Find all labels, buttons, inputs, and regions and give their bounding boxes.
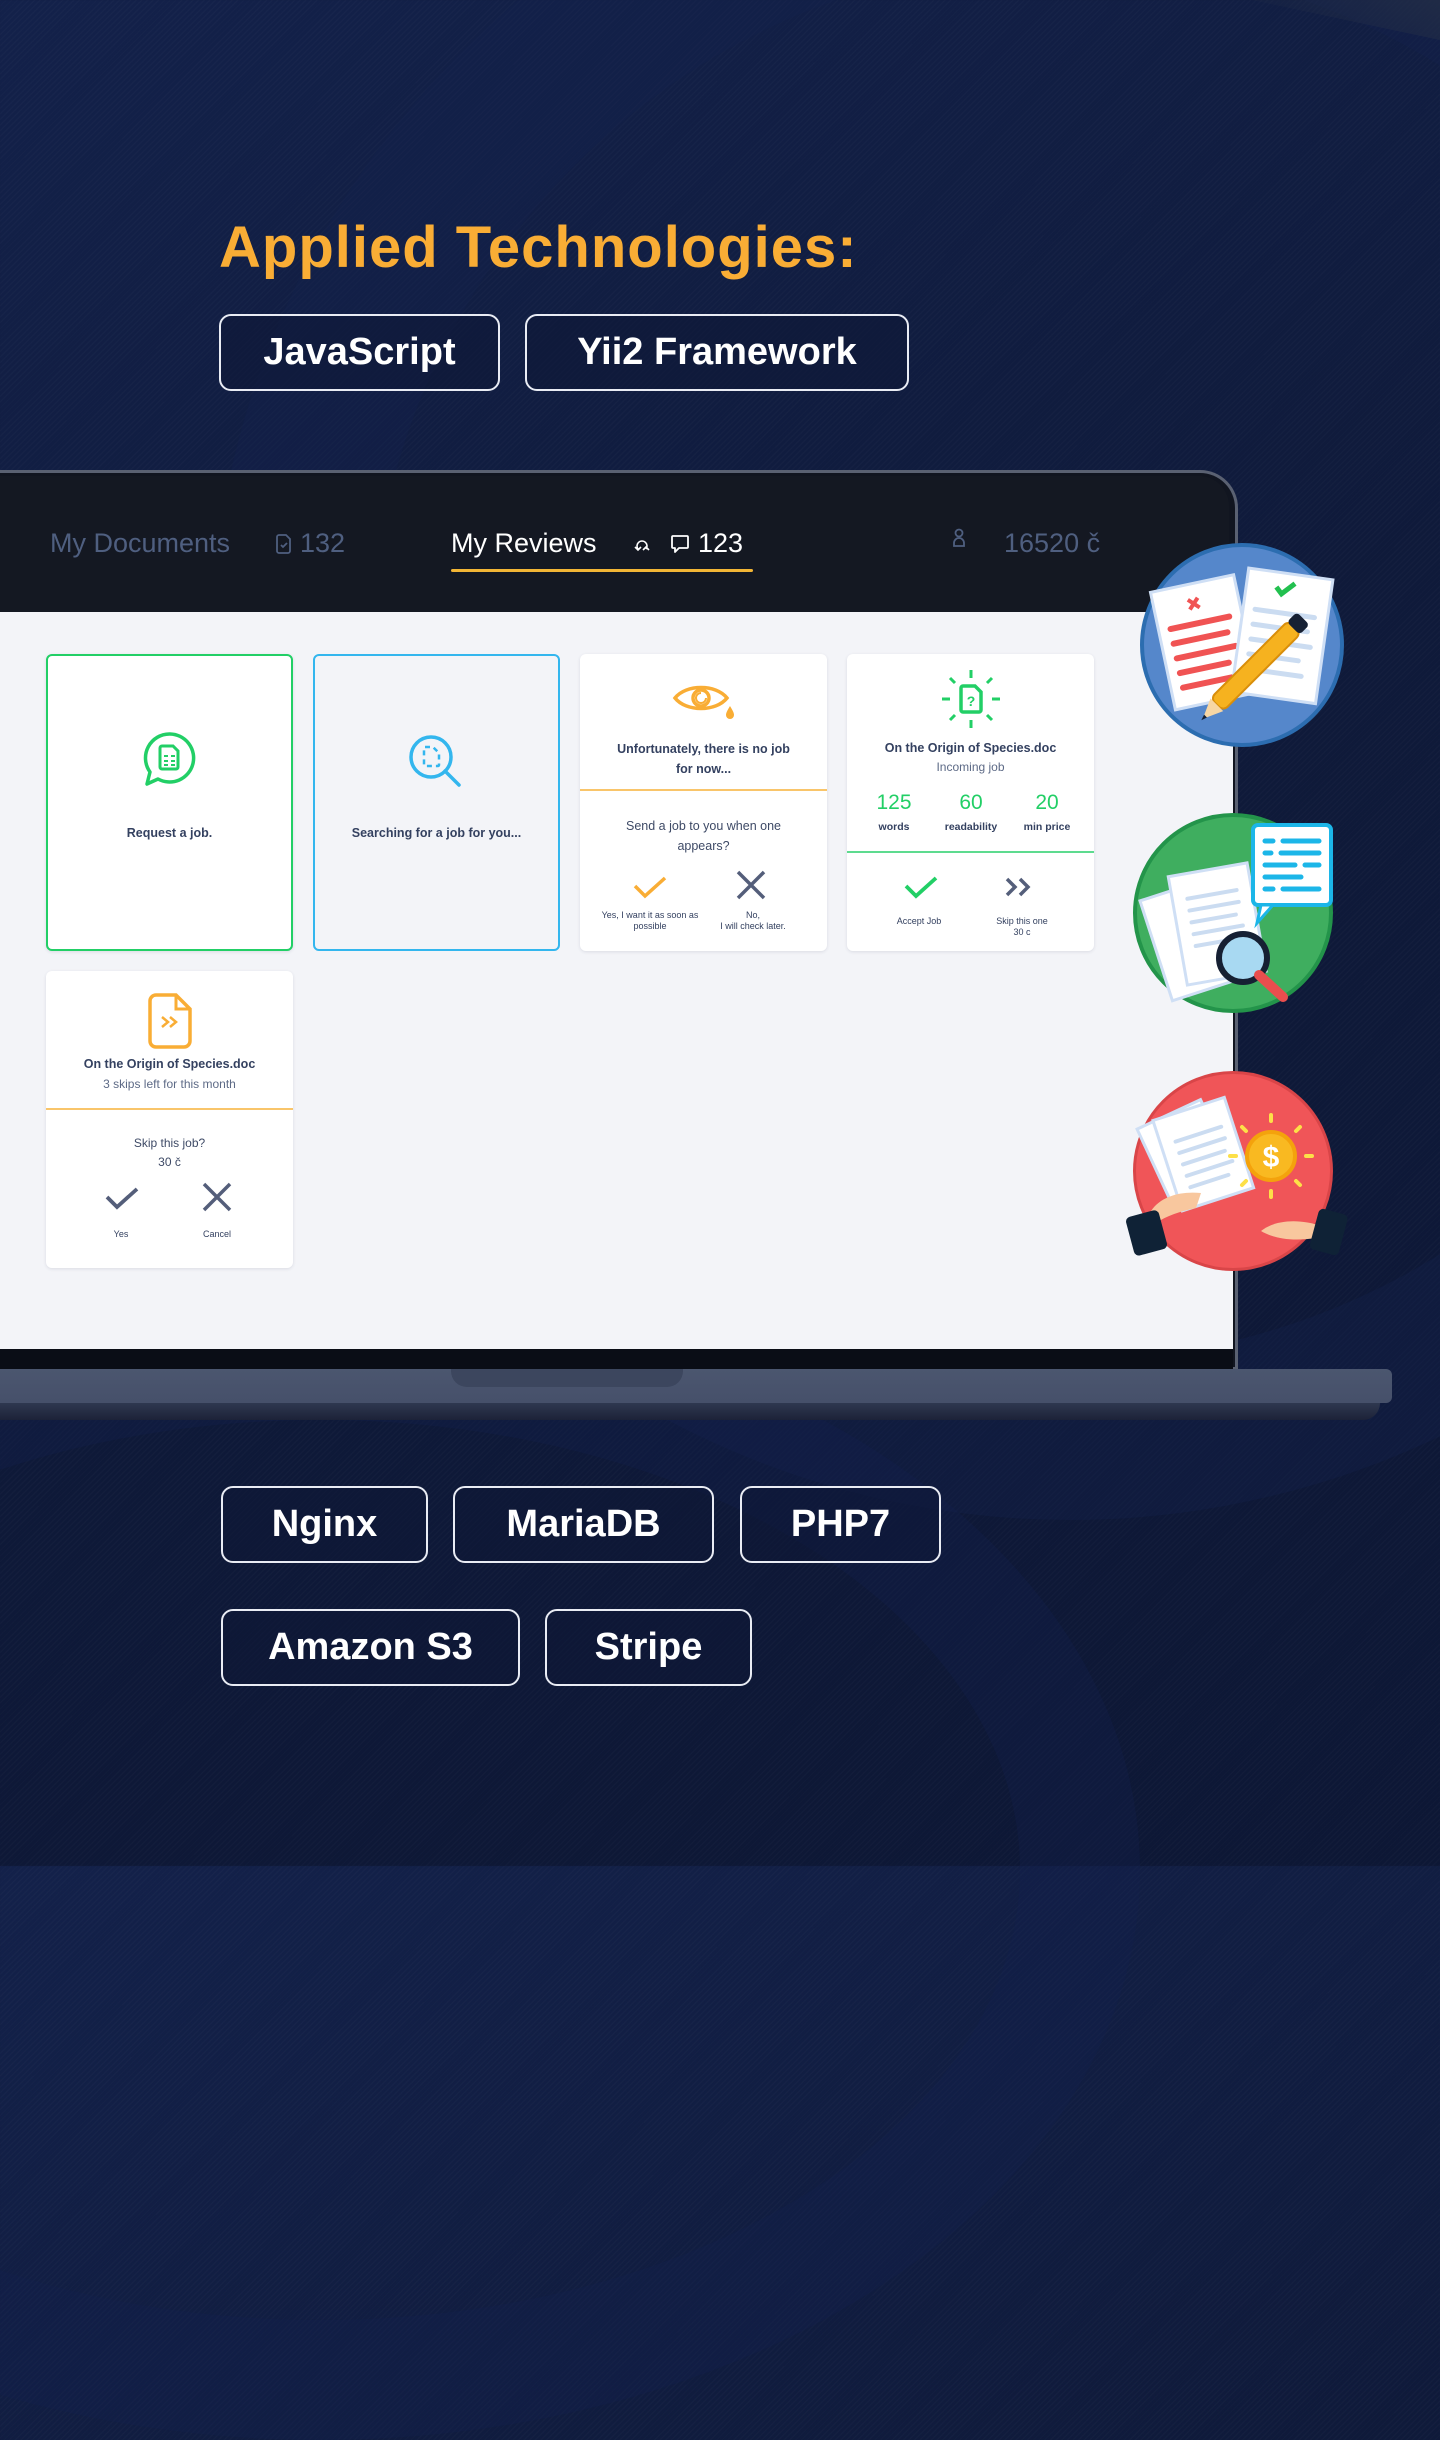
accept-check-icon[interactable] [903, 875, 939, 906]
svg-text:$: $ [1263, 1141, 1280, 1174]
stat-min-price-value: 20 [1035, 791, 1059, 814]
skip-cost: 30 č [158, 1155, 181, 1169]
searching-job-card: Searching for a job for you... [313, 654, 560, 951]
active-tab-indicator [451, 569, 753, 572]
yes-option-label[interactable]: Yes, I want it as soon as possible [595, 910, 705, 932]
comment-icon [670, 534, 690, 554]
card-label: Request a job. [126, 826, 213, 840]
yes-check-icon[interactable] [104, 1186, 140, 1217]
divider [847, 851, 1094, 853]
no-job-title: Unfortunately, there is no job for now..… [617, 742, 790, 776]
documents-count: 132 [276, 528, 345, 559]
tech-badge-stripe: Stripe [545, 1609, 752, 1686]
divider [46, 1108, 293, 1110]
tech-badge-mariadb: MariaDB [453, 1486, 714, 1563]
payment-exchange-illustration: $ [1126, 1071, 1348, 1271]
skips-left: 3 skips left for this month [103, 1077, 236, 1091]
document-search-illustration [1133, 813, 1333, 1013]
document-skip-icon [46, 993, 293, 1049]
skip-double-chevron-icon[interactable] [1004, 876, 1036, 903]
accept-job-button[interactable]: Accept Job [864, 916, 974, 927]
laptop-base-lip [0, 1403, 1380, 1420]
reviews-count: 123 [632, 528, 743, 559]
refresh-sync-icon [632, 535, 652, 553]
cancel-x-icon[interactable] [201, 1181, 233, 1218]
user-icon [952, 528, 966, 548]
stat-words-value: 125 [876, 791, 912, 814]
skip-job-card: On the Origin of Species.doc 3 skips lef… [46, 971, 293, 1268]
new-document-icon: ? [847, 668, 1094, 730]
background-decoration [1180, 0, 1440, 41]
svg-text:?: ? [966, 693, 975, 709]
user-menu[interactable] [952, 528, 966, 548]
no-option-label[interactable]: No, I will check later. [698, 910, 808, 932]
decline-x-icon[interactable] [735, 869, 767, 906]
laptop-bezel-bottom [0, 1349, 1233, 1369]
tech-badge-nginx: Nginx [221, 1486, 428, 1563]
page-heading: Applied Technologies: [219, 215, 858, 280]
divider [580, 789, 827, 791]
crying-eye-icon [580, 682, 827, 722]
background-decoration [0, 1300, 1140, 2440]
tab-my-documents[interactable]: My Documents [50, 528, 230, 559]
confirm-check-icon[interactable] [632, 876, 668, 905]
skip-question: Skip this job? [133, 1136, 206, 1150]
request-job-card[interactable]: Request a job. [46, 654, 293, 951]
incoming-job-card: ? On the Origin of Species.doc Incoming … [847, 654, 1094, 951]
tech-badge-yii2: Yii2 Framework [525, 314, 909, 391]
cancel-button[interactable]: Cancel [162, 1229, 272, 1240]
job-status: Incoming job [936, 760, 1005, 774]
search-document-icon [315, 733, 558, 793]
no-job-card: Unfortunately, there is no job for now..… [580, 654, 827, 951]
stat-min-price-label: min price [1023, 821, 1071, 833]
tech-badge-amazon-s3: Amazon S3 [221, 1609, 520, 1686]
stat-readability-value: 60 [959, 791, 983, 814]
document-check-icon [276, 533, 292, 554]
laptop-base [0, 1369, 1392, 1403]
balance: 16520 č [1004, 528, 1101, 558]
document-filename: On the Origin of Species.doc [83, 1057, 256, 1071]
tech-badge-javascript: JavaScript [219, 314, 500, 391]
tab-label: My Documents [50, 528, 231, 558]
laptop-notch [451, 1369, 683, 1387]
chat-document-icon [48, 731, 291, 789]
tech-badge-php7: PHP7 [740, 1486, 941, 1563]
tab-my-reviews[interactable]: My Reviews [451, 528, 597, 559]
document-filename: On the Origin of Species.doc [884, 741, 1057, 755]
skip-job-button[interactable]: Skip this one 30 c [967, 916, 1077, 938]
yes-button[interactable]: Yes [66, 1229, 176, 1240]
tab-label: My Reviews [451, 528, 597, 558]
no-job-question: Send a job to you when one appears? [626, 819, 781, 853]
card-label: Searching for a job for you... [351, 826, 522, 840]
document-review-illustration [1140, 543, 1344, 747]
